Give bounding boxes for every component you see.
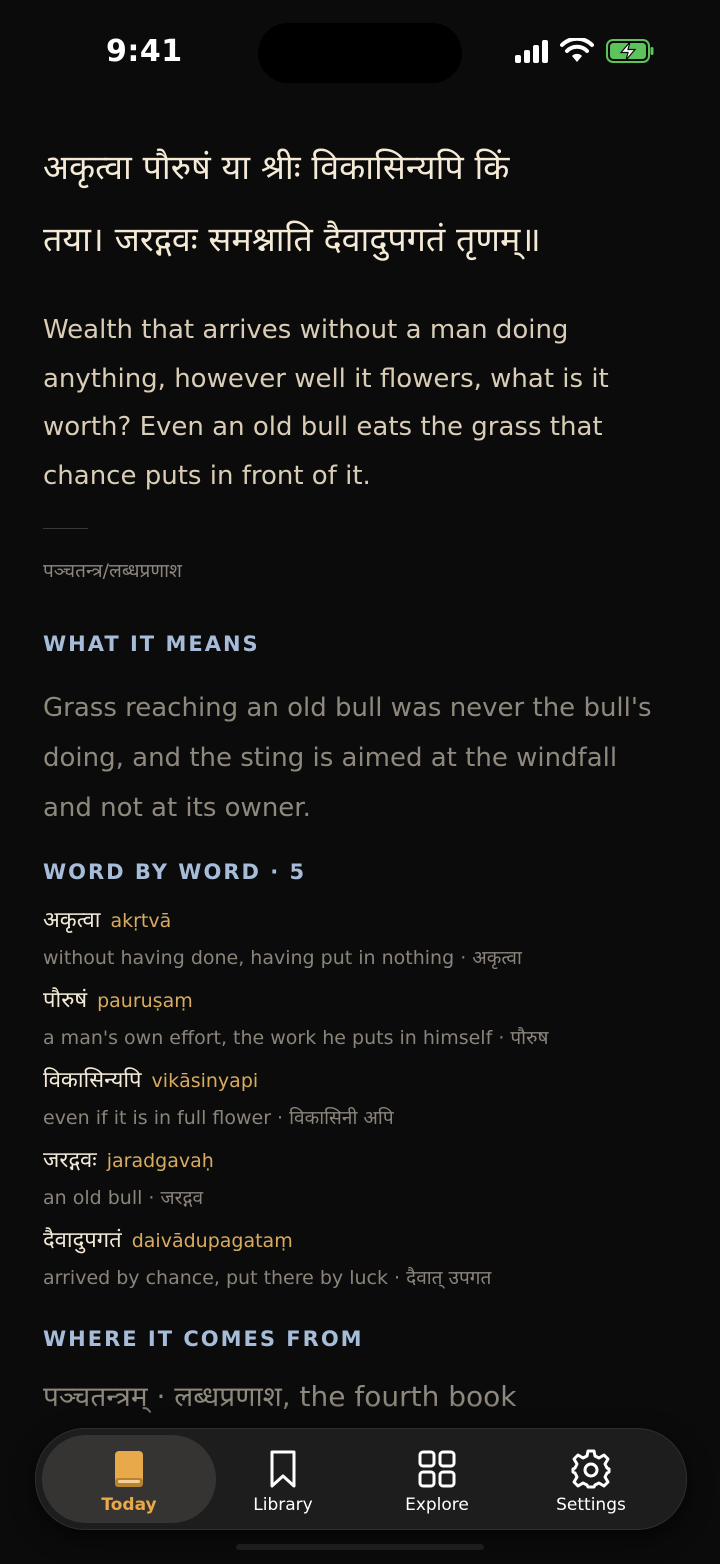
cellular-signal-icon	[515, 39, 548, 63]
word-devanagari: पौरुषं	[43, 988, 88, 1013]
word-item[interactable]: विकासिन्यपि vikāsinyapi even if it is in …	[43, 1064, 683, 1144]
verse-line-1: अकृत्वा पौरुषं या श्रीः विकासिन्यपि किं	[43, 148, 510, 188]
word-devanagari: अकृत्वा	[43, 908, 101, 933]
tab-bar: Today Library Explore Settings	[35, 1428, 687, 1530]
gear-icon	[571, 1449, 611, 1489]
word-transliteration: daivādupagataṃ	[131, 1230, 293, 1252]
word-devanagari: दैवादुपगतं	[43, 1228, 122, 1253]
home-indicator	[236, 1544, 484, 1550]
status-bar: 9:41	[0, 0, 720, 100]
word-gloss: a man's own effort, the work he puts in …	[43, 1027, 549, 1049]
word-item[interactable]: अकृत्वा akṛtvā without having done, havin…	[43, 904, 683, 984]
word-gloss: even if it is in full flower · विकासिनी …	[43, 1107, 394, 1129]
status-icons	[515, 38, 654, 64]
tab-label: Library	[253, 1495, 313, 1515]
section-heading-word-by-word: WORD BY WORD · 5	[43, 860, 307, 884]
sanskrit-verse: अकृत्वा पौरुषं या श्रीः विकासिन्यपि किं …	[43, 132, 683, 276]
battery-charging-icon	[606, 39, 654, 63]
word-list: अकृत्वा akṛtvā without having done, havin…	[43, 904, 683, 1304]
word-transliteration: jaradgavaḥ	[106, 1150, 214, 1172]
tab-settings[interactable]: Settings	[514, 1435, 668, 1523]
verse-line-2: तया। जरद्गवः समश्नाति दैवादुपगतं तृणम्॥	[43, 220, 541, 260]
meaning-text: Grass reaching an old bull was never the…	[43, 693, 652, 823]
book-icon	[115, 1451, 143, 1487]
status-time: 9:41	[106, 34, 183, 69]
source-reference: पञ्चतन्त्र/लब्धप्रणाश	[43, 560, 182, 582]
tab-library[interactable]: Library	[206, 1435, 360, 1523]
section-heading-origin: WHERE IT COMES FROM	[43, 1327, 364, 1351]
tab-explore[interactable]: Explore	[360, 1435, 514, 1523]
bookmark-icon	[270, 1450, 296, 1488]
grid-icon	[418, 1450, 456, 1488]
section-heading-meaning: WHAT IT MEANS	[43, 632, 260, 656]
tab-label: Explore	[405, 1495, 469, 1515]
dynamic-island	[258, 23, 462, 83]
word-devanagari: विकासिन्यपि	[43, 1068, 142, 1093]
divider	[43, 528, 88, 529]
word-transliteration: akṛtvā	[110, 910, 172, 932]
tab-label: Settings	[556, 1495, 626, 1515]
word-item[interactable]: जरद्गवः jaradgavaḥ an old bull · जरद्गव	[43, 1144, 683, 1224]
word-gloss: arrived by chance, put there by luck · द…	[43, 1267, 492, 1289]
word-transliteration: vikāsinyapi	[151, 1070, 259, 1092]
tab-label: Today	[101, 1495, 157, 1515]
word-transliteration: pauruṣaṃ	[97, 990, 193, 1012]
wifi-icon	[560, 38, 594, 62]
word-item[interactable]: दैवादुपगतं daivādupagataṃ arrived by chan…	[43, 1224, 683, 1304]
verse-translation: Wealth that arrives without a man doing …	[43, 315, 609, 491]
word-devanagari: जरद्गवः	[43, 1148, 97, 1173]
word-gloss: an old bull · जरद्गव	[43, 1187, 204, 1209]
word-item[interactable]: पौरुषं pauruṣaṃ a man's own effort, the w…	[43, 984, 683, 1064]
tab-today[interactable]: Today	[42, 1435, 216, 1523]
word-gloss: without having done, having put in nothi…	[43, 947, 522, 969]
